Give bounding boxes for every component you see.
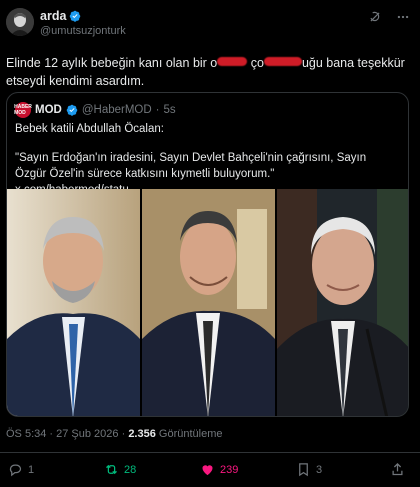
author-name[interactable]: arda (40, 9, 66, 23)
verified-badge-icon (70, 10, 81, 22)
photo-2[interactable] (142, 189, 275, 416)
author-handle: @umutsuzjonturk (40, 25, 126, 37)
bookmark-button[interactable]: 3 (296, 462, 322, 477)
share-icon (392, 462, 403, 476)
quote-author-name: MOD (35, 104, 62, 116)
tweet-text-part: Elinde 12 aylık bebeğin kanı olan bir o (6, 56, 218, 70)
quoted-tweet[interactable]: HABER MOD MOD @HaberMOD · 5s Bebek katil… (6, 92, 409, 417)
tweet-text-part: ço (247, 56, 264, 70)
photo-1[interactable] (7, 189, 140, 416)
tweet-header: arda @umutsuzjonturk (0, 0, 420, 44)
quote-avatar: HABER MOD (14, 102, 32, 118)
tweet-timestamp[interactable]: ÖS 5:34 · 27 Şub 2026 · (6, 428, 128, 440)
photo-3[interactable] (277, 189, 408, 416)
redacted-word (217, 57, 248, 66)
verified-badge-icon (66, 104, 78, 116)
redacted-word (263, 57, 302, 66)
divider (0, 452, 420, 453)
tweet-text: Elinde 12 aylık bebeğin kanı olan bir o … (6, 54, 406, 90)
quote-headline: Bebek katili Abdullah Öcalan: (15, 123, 164, 135)
photo-grid[interactable] (7, 189, 408, 416)
tweet-meta: ÖS 5:34 · 27 Şub 2026 · 2.356 Görüntülem… (6, 428, 223, 440)
quote-time: 5s (163, 104, 176, 116)
like-count: 239 (220, 463, 239, 476)
grok-icon[interactable] (368, 10, 382, 24)
reply-icon (9, 464, 22, 477)
retweet-count: 28 (124, 463, 137, 476)
reply-button[interactable]: 1 (8, 462, 34, 477)
like-icon (202, 465, 213, 476)
action-bar: 1 28 239 3 (0, 462, 420, 482)
bookmark-count: 3 (316, 463, 323, 476)
share-button[interactable] (390, 462, 405, 477)
like-button[interactable]: 239 (200, 462, 238, 477)
separator: · (155, 104, 160, 116)
retweet-icon (106, 464, 117, 475)
bookmark-icon (299, 463, 308, 477)
view-count: 2.356 (128, 428, 156, 440)
quote-author-handle: @HaberMOD (81, 104, 152, 116)
avatar[interactable] (6, 8, 34, 36)
retweet-button[interactable]: 28 (104, 462, 136, 477)
more-icon[interactable] (396, 10, 410, 24)
view-label: Görüntüleme (155, 428, 223, 440)
reply-count: 1 (28, 463, 35, 476)
